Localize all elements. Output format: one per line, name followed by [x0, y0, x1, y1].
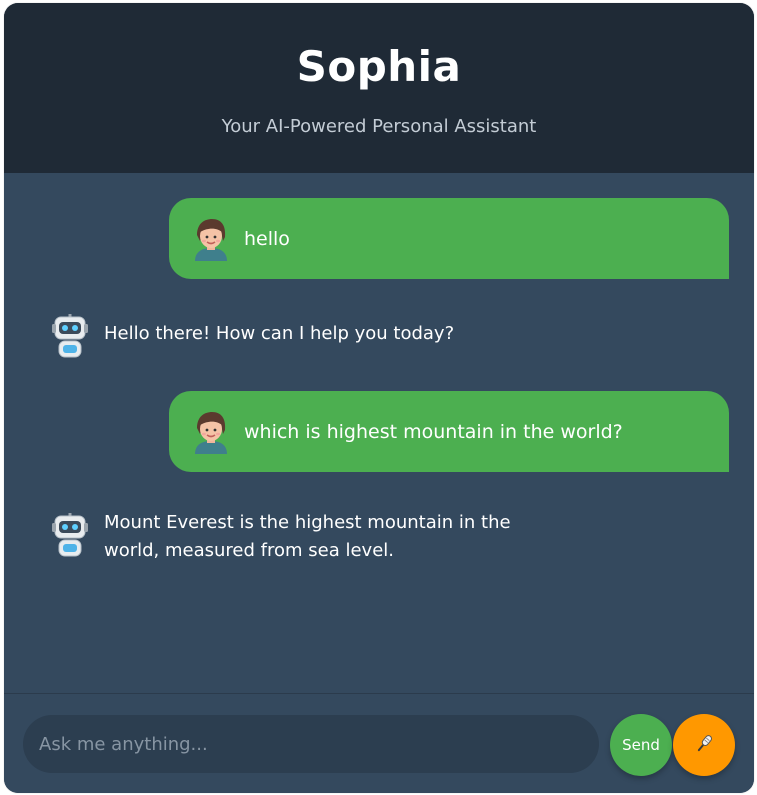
user-message-text: hello [244, 227, 290, 250]
chat-window[interactable]: hello Hello there! How can I help you to… [4, 173, 754, 693]
chat-app: Sophia Your AI-Powered Personal Assistan… [4, 3, 754, 793]
user-message: hello [169, 198, 729, 279]
user-avatar-icon [191, 410, 231, 454]
user-avatar-icon [191, 217, 231, 261]
bot-message-text: Hello there! How can I help you today? [104, 323, 455, 344]
microphone-icon [693, 733, 715, 758]
app-header: Sophia Your AI-Powered Personal Assistan… [4, 3, 754, 173]
user-message: which is highest mountain in the world? [169, 391, 729, 472]
robot-avatar-icon [50, 513, 90, 557]
app-subtitle: Your AI-Powered Personal Assistant [221, 116, 537, 137]
bot-message-text: Mount Everest is the highest mountain in… [104, 512, 511, 561]
bot-message: Mount Everest is the highest mountain in… [50, 512, 650, 565]
bot-message: Hello there! How can I help you today? [50, 314, 650, 358]
app-title: Sophia [296, 42, 462, 91]
user-message-text: which is highest mountain in the world? [244, 420, 623, 443]
send-button[interactable]: Send [610, 714, 672, 776]
mic-button[interactable] [673, 714, 735, 776]
robot-avatar-icon [50, 314, 90, 358]
composer-bar: Send [4, 693, 754, 793]
message-input[interactable] [23, 715, 599, 773]
